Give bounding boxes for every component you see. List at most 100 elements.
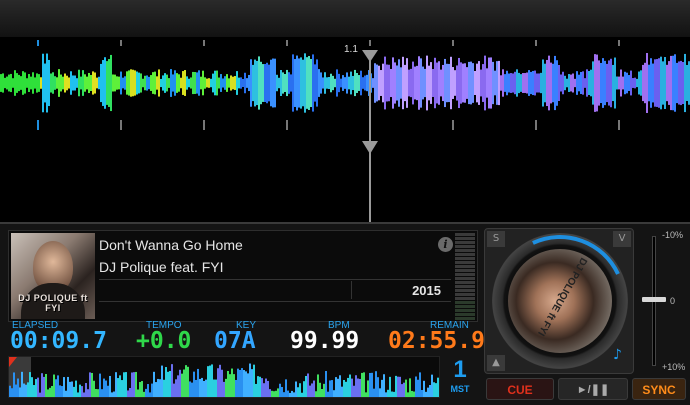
- mini-waveform-bar: [365, 392, 367, 397]
- waveform-bar: [220, 74, 222, 92]
- mini-waveform-bar: [361, 372, 363, 397]
- mini-waveform-bar: [381, 379, 383, 397]
- waveform-bar: [526, 72, 528, 94]
- waveform-bar: [92, 71, 94, 95]
- pitch-thumb[interactable]: [642, 297, 666, 302]
- waveform-bar: [678, 61, 680, 105]
- cue-button[interactable]: CUE: [486, 378, 554, 400]
- waveform-bar: [518, 72, 520, 94]
- waveform-bar: [444, 58, 446, 108]
- waveform-bar: [172, 74, 174, 92]
- mini-waveform-bar: [251, 369, 253, 397]
- waveform-bar: [118, 76, 120, 90]
- waveform-bar: [562, 71, 564, 95]
- mini-waveform-bar: [75, 380, 77, 397]
- mini-waveform-bar: [393, 391, 395, 397]
- waveform-bar: [460, 62, 462, 104]
- mini-waveform-bar: [403, 382, 405, 397]
- mini-waveform-bar: [173, 383, 175, 397]
- mini-waveform-bar: [395, 375, 397, 397]
- mini-waveform-bar: [237, 368, 239, 397]
- mini-waveform-bar: [305, 375, 307, 397]
- pitch-slider[interactable]: -10% 0 +10%: [640, 228, 688, 374]
- waveform-bar: [480, 69, 482, 97]
- tempo-value[interactable]: +0.0: [136, 328, 191, 354]
- waveform-bar: [226, 74, 228, 92]
- waveform-bar: [558, 64, 560, 102]
- waveform-bar: [34, 77, 36, 89]
- info-icon[interactable]: i: [438, 237, 453, 252]
- waveform-bar: [240, 77, 242, 89]
- mini-waveform-bar: [379, 388, 381, 397]
- waveform-bar: [508, 73, 510, 93]
- mini-waveform-bar: [43, 376, 45, 397]
- mini-waveform-bar: [139, 382, 141, 397]
- slip-button[interactable]: S: [487, 231, 505, 247]
- mini-waveform-bar: [15, 384, 17, 397]
- mini-waveform-bar: [121, 380, 123, 397]
- waveform-bar: [458, 57, 460, 109]
- waveform-bar: [324, 72, 326, 94]
- mini-waveform-bar: [249, 363, 251, 397]
- waveform-canvas[interactable]: 1.1: [0, 38, 690, 222]
- mini-waveform-bar: [367, 380, 369, 397]
- waveform-bar: [450, 56, 452, 110]
- waveform-bar: [366, 74, 368, 92]
- waveform-bar: [514, 71, 516, 95]
- mini-waveform-bar: [167, 371, 169, 397]
- bpm-value: 99.99: [290, 328, 360, 354]
- mini-waveform-bar: [13, 372, 15, 397]
- master-label: MST: [450, 384, 470, 394]
- mini-waveform-bar: [113, 391, 115, 397]
- mini-waveform-bar: [255, 383, 257, 397]
- jog-wheel[interactable]: DJ POLIQUE ft FYI: [475, 216, 645, 386]
- mini-waveform-bar: [263, 383, 265, 397]
- mini-waveform-bar: [171, 364, 173, 397]
- eject-button[interactable]: ▲: [487, 355, 505, 371]
- waveform-bar: [40, 77, 42, 89]
- mini-waveform-bar: [53, 374, 55, 397]
- waveform-bar: [24, 72, 26, 94]
- mini-waveform-bar: [359, 378, 361, 397]
- waveform-bar: [408, 69, 410, 97]
- waveform-bar: [12, 78, 14, 88]
- mini-waveform-bar: [353, 385, 355, 397]
- key-value[interactable]: 07A: [214, 328, 256, 354]
- vinyl-button[interactable]: V: [613, 231, 631, 247]
- waveform-bar: [86, 76, 88, 90]
- waveform-bar: [568, 74, 570, 92]
- sync-button[interactable]: SYNC: [632, 378, 686, 400]
- mini-waveform-bar: [137, 389, 139, 397]
- mini-waveform-bar: [389, 376, 391, 397]
- mini-waveform-bar: [85, 383, 87, 397]
- play-pause-button[interactable]: ►/❚❚: [558, 378, 628, 400]
- waveform-bar: [134, 70, 136, 96]
- mini-waveform-bar: [417, 379, 419, 397]
- waveform-bar: [96, 77, 98, 89]
- jog-platter[interactable]: DJ POLIQUE ft FYI: [506, 247, 614, 355]
- waveform-bar: [166, 74, 168, 92]
- waveform-bar: [452, 67, 454, 99]
- waveform-bar: [548, 55, 550, 111]
- mini-waveform-bar: [169, 370, 171, 397]
- waveform-bar: [16, 73, 18, 93]
- waveform-bar: [638, 71, 640, 95]
- mini-waveform-bar: [409, 378, 411, 397]
- waveform-bar: [278, 77, 280, 89]
- mini-waveform-bar: [135, 371, 137, 397]
- waveform-bar: [542, 59, 544, 107]
- waveform-bar: [476, 63, 478, 103]
- waveform-bar: [128, 70, 130, 96]
- mini-waveform-bar: [235, 379, 237, 397]
- waveform-bar: [298, 58, 300, 108]
- waveform-bar: [18, 74, 20, 92]
- mini-waveform-bar: [233, 374, 235, 397]
- waveform-bar: [344, 77, 346, 89]
- mini-waveform-bar: [77, 392, 79, 397]
- mini-waveform[interactable]: [8, 356, 440, 398]
- waveform-bar: [294, 59, 296, 107]
- waveform-display[interactable]: 1.1: [0, 38, 690, 222]
- mini-waveform-bar: [405, 379, 407, 397]
- waveform-bar: [190, 77, 192, 89]
- waveform-bar: [50, 73, 52, 93]
